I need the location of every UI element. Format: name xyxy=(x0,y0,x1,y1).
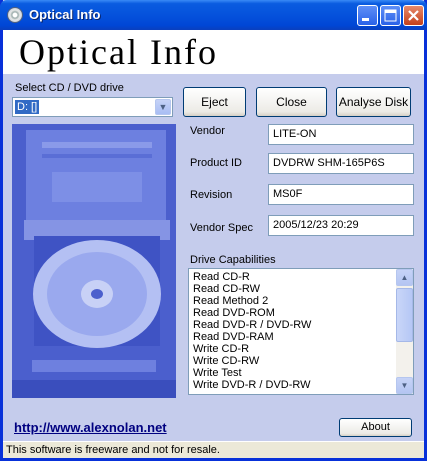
close-icon xyxy=(408,10,419,21)
scroll-down-button[interactable]: ▼ xyxy=(396,377,413,394)
vendor-field[interactable]: LITE-ON xyxy=(268,124,414,145)
app-window: Optical Info Optical Info Select CD / DV… xyxy=(0,0,427,461)
close-button[interactable]: Close xyxy=(256,87,327,117)
website-link[interactable]: http://www.alexnolan.net xyxy=(14,420,167,435)
product-id-label: Product ID xyxy=(190,157,242,169)
capabilities-items: Read CD-R Read CD-RW Read Method 2 Read … xyxy=(193,271,393,391)
minimize-icon xyxy=(362,18,369,21)
maximize-icon xyxy=(384,9,397,22)
drive-select[interactable]: D: [] ▼ xyxy=(12,97,173,117)
window-title: Optical Info xyxy=(29,7,101,22)
list-scrollbar[interactable]: ▲ ▼ xyxy=(396,269,413,394)
status-bar: This software is freeware and not for re… xyxy=(3,441,424,458)
analyse-disk-button[interactable]: Analyse Disk xyxy=(336,87,411,117)
list-item[interactable]: Write CD-RW xyxy=(193,355,393,367)
banner-title: Optical Info xyxy=(19,32,218,72)
chevron-down-icon[interactable]: ▼ xyxy=(155,99,171,115)
drive-capabilities-label: Drive Capabilities xyxy=(190,254,276,266)
list-item[interactable]: Write DVD-R / DVD-RW xyxy=(193,379,393,391)
vendor-label: Vendor xyxy=(190,125,225,137)
cd-disc-icon xyxy=(7,7,23,23)
list-item[interactable]: Write CD-R xyxy=(193,343,393,355)
main-panel: Optical Info Select CD / DVD drive D: []… xyxy=(3,30,424,458)
status-text: This software is freeware and not for re… xyxy=(6,444,220,456)
scroll-thumb[interactable] xyxy=(396,288,413,342)
scroll-up-button[interactable]: ▲ xyxy=(396,269,413,286)
list-item[interactable]: Read CD-RW xyxy=(193,283,393,295)
list-item[interactable]: Read Method 2 xyxy=(193,295,393,307)
drive-select-label: Select CD / DVD drive xyxy=(15,82,124,94)
vendor-spec-label: Vendor Spec xyxy=(190,222,253,234)
banner: Optical Info xyxy=(3,30,424,74)
maximize-button[interactable] xyxy=(380,5,401,26)
list-item[interactable]: Read CD-R xyxy=(193,271,393,283)
list-item[interactable]: Read DVD-RAM xyxy=(193,331,393,343)
close-window-button[interactable] xyxy=(403,5,424,26)
about-button[interactable]: About xyxy=(339,418,412,437)
drive-image xyxy=(12,124,176,398)
capabilities-list[interactable]: Read CD-R Read CD-RW Read Method 2 Read … xyxy=(188,268,414,395)
eject-button[interactable]: Eject xyxy=(183,87,246,117)
product-id-field[interactable]: DVDRW SHM-165P6S xyxy=(268,153,414,174)
revision-field[interactable]: MS0F xyxy=(268,184,414,205)
list-item[interactable]: Read DVD-ROM xyxy=(193,307,393,319)
list-item[interactable]: Write Test xyxy=(193,367,393,379)
list-item[interactable]: Read DVD-R / DVD-RW xyxy=(193,319,393,331)
drive-select-value: D: [] xyxy=(15,100,40,114)
minimize-button[interactable] xyxy=(357,5,378,26)
revision-label: Revision xyxy=(190,189,233,201)
vendor-spec-field[interactable]: 2005/12/23 20:29 xyxy=(268,215,414,236)
title-bar[interactable]: Optical Info xyxy=(0,0,427,30)
